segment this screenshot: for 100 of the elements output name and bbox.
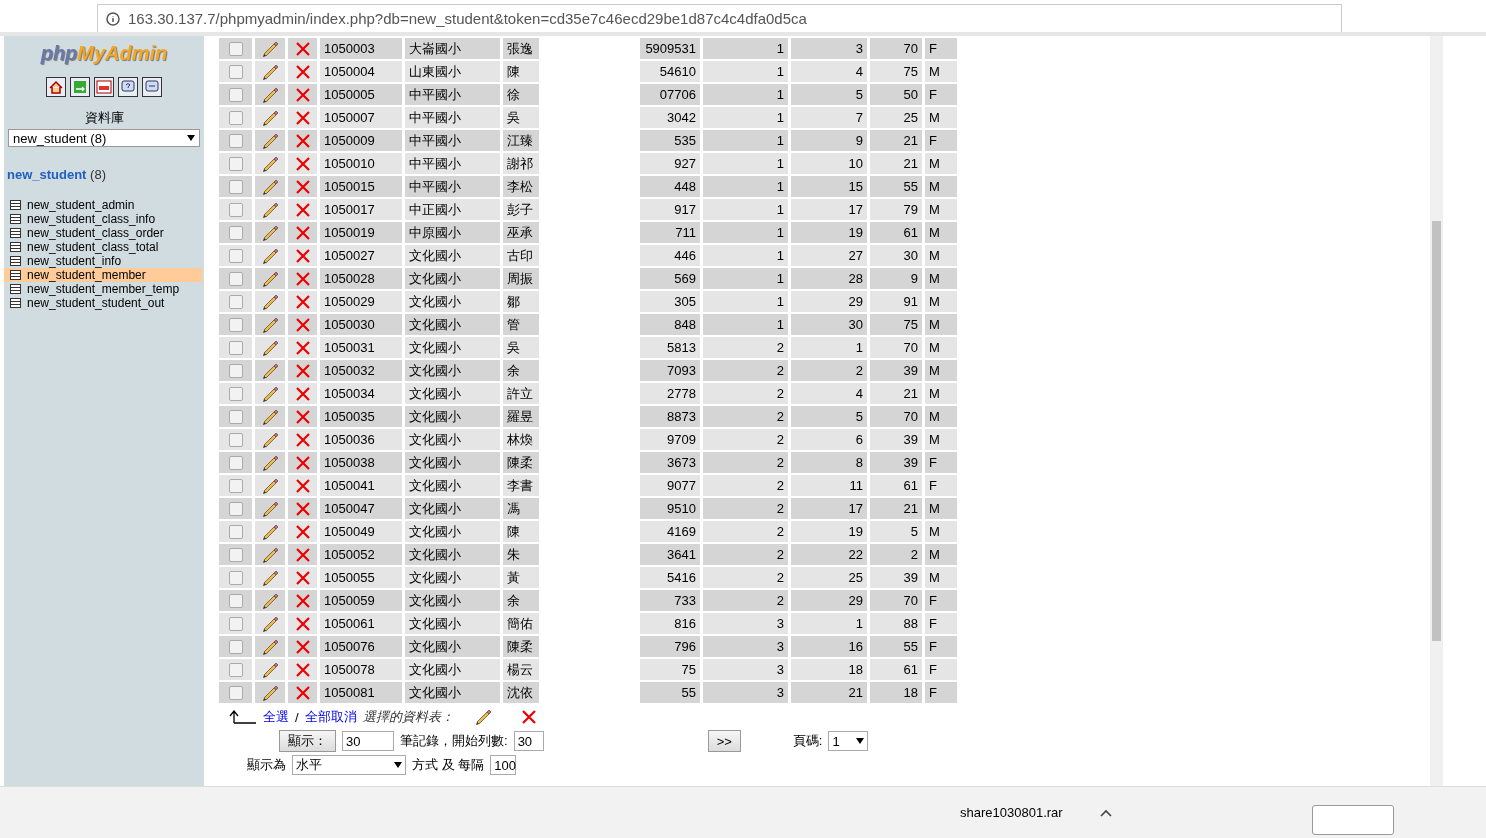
delete-icon[interactable]: [295, 317, 310, 332]
delete-icon[interactable]: [295, 478, 310, 493]
delete-icon[interactable]: [295, 294, 310, 309]
table-name[interactable]: new_student_info: [27, 254, 122, 268]
rows-input[interactable]: 30: [342, 731, 394, 751]
pencil-icon[interactable]: [261, 109, 279, 126]
pencil-icon[interactable]: [261, 201, 279, 218]
table-name[interactable]: new_student_member: [27, 268, 146, 282]
table-list-item[interactable]: new_student_info: [4, 254, 202, 268]
documentation-button[interactable]: [142, 77, 162, 97]
pencil-icon[interactable]: [261, 63, 279, 80]
row-checkbox[interactable]: [228, 156, 243, 171]
row-checkbox[interactable]: [228, 685, 243, 700]
delete-icon[interactable]: [295, 639, 310, 654]
row-checkbox[interactable]: [228, 478, 243, 493]
pencil-icon[interactable]: [261, 477, 279, 494]
delete-icon[interactable]: [295, 501, 310, 516]
pencil-icon[interactable]: [261, 638, 279, 655]
pencil-icon[interactable]: [261, 362, 279, 379]
row-checkbox[interactable]: [228, 340, 243, 355]
row-checkbox[interactable]: [228, 225, 243, 240]
exit-button[interactable]: [70, 77, 90, 97]
pencil-icon[interactable]: [261, 339, 279, 356]
delete-icon[interactable]: [295, 156, 310, 171]
database-select[interactable]: new_student (8): [8, 129, 200, 147]
delete-icon[interactable]: [295, 593, 310, 608]
table-list-item[interactable]: new_student_student_out: [4, 296, 202, 310]
row-checkbox[interactable]: [228, 455, 243, 470]
delete-icon[interactable]: [295, 547, 310, 562]
pencil-icon[interactable]: [261, 408, 279, 425]
row-checkbox[interactable]: [228, 616, 243, 631]
row-checkbox[interactable]: [228, 432, 243, 447]
row-checkbox[interactable]: [228, 87, 243, 102]
row-checkbox[interactable]: [228, 409, 243, 424]
pencil-icon[interactable]: [261, 661, 279, 678]
delete-icon[interactable]: [295, 271, 310, 286]
delete-icon[interactable]: [295, 340, 310, 355]
table-list-item[interactable]: new_student_member: [4, 268, 202, 282]
row-checkbox[interactable]: [228, 662, 243, 677]
delete-icon[interactable]: [295, 570, 310, 585]
pencil-icon[interactable]: [261, 385, 279, 402]
delete-icon[interactable]: [295, 110, 310, 125]
start-input[interactable]: 30: [513, 731, 544, 751]
pencil-icon[interactable]: [261, 132, 279, 149]
page-select[interactable]: 1: [828, 731, 869, 751]
help-button[interactable]: [118, 77, 138, 97]
table-name[interactable]: new_student_student_out: [27, 296, 165, 310]
delete-icon[interactable]: [295, 179, 310, 194]
table-list-item[interactable]: new_student_class_info: [4, 212, 202, 226]
pencil-icon[interactable]: [261, 500, 279, 517]
home-button[interactable]: [46, 77, 66, 97]
pencil-icon[interactable]: [261, 247, 279, 264]
row-checkbox[interactable]: [228, 64, 243, 79]
row-checkbox[interactable]: [228, 179, 243, 194]
delete-icon[interactable]: [295, 202, 310, 217]
delete-icon[interactable]: [295, 363, 310, 378]
table-name[interactable]: new_student_class_order: [27, 226, 164, 240]
row-checkbox[interactable]: [228, 570, 243, 585]
row-checkbox[interactable]: [228, 593, 243, 608]
pencil-icon[interactable]: [261, 546, 279, 563]
row-checkbox[interactable]: [228, 133, 243, 148]
row-checkbox[interactable]: [228, 363, 243, 378]
caret-up-icon[interactable]: [1100, 808, 1112, 817]
delete-icon[interactable]: [295, 87, 310, 102]
pencil-icon[interactable]: [261, 270, 279, 287]
delete-icon[interactable]: [295, 455, 310, 470]
scrollbar[interactable]: [1430, 36, 1443, 786]
table-list-item[interactable]: new_student_admin: [4, 198, 202, 212]
row-checkbox[interactable]: [228, 202, 243, 217]
row-checkbox[interactable]: [228, 41, 243, 56]
select-all-link[interactable]: 全選: [263, 708, 289, 726]
pencil-icon[interactable]: [261, 454, 279, 471]
delete-icon[interactable]: [295, 225, 310, 240]
delete-icon[interactable]: [295, 41, 310, 56]
pencil-icon[interactable]: [261, 569, 279, 586]
database-link[interactable]: new_student (8): [7, 167, 204, 182]
delete-icon[interactable]: [295, 64, 310, 79]
row-checkbox[interactable]: [228, 317, 243, 332]
delete-icon[interactable]: [295, 524, 310, 539]
delete-icon[interactable]: [295, 685, 310, 700]
pencil-icon[interactable]: [261, 155, 279, 172]
table-list-item[interactable]: new_student_member_temp: [4, 282, 202, 296]
table-name[interactable]: new_student_class_info: [27, 212, 156, 226]
pencil-icon[interactable]: [261, 178, 279, 195]
show-all-button[interactable]: [1312, 804, 1394, 835]
row-checkbox[interactable]: [228, 248, 243, 263]
address-field[interactable]: 163.30.137.7/phpmyadmin/index.php?db=new_student&token=cd35e7c46ecd29be1d87c4c4dfa0d5ca: [97, 4, 1342, 32]
table-list-item[interactable]: new_student_class_order: [4, 226, 202, 240]
row-checkbox[interactable]: [228, 294, 243, 309]
mode-select[interactable]: 水平: [292, 755, 406, 775]
pencil-icon[interactable]: [261, 224, 279, 241]
download-file-name[interactable]: share1030801.rar: [960, 805, 1100, 820]
pencil-icon[interactable]: [261, 523, 279, 540]
table-name[interactable]: new_student_class_total: [27, 240, 159, 254]
pencil-icon[interactable]: [261, 40, 279, 57]
pencil-icon[interactable]: [261, 684, 279, 701]
delete-icon[interactable]: [295, 432, 310, 447]
deselect-all-link[interactable]: 全部取消: [304, 708, 357, 726]
info-icon[interactable]: [106, 11, 120, 26]
next-page-button[interactable]: >>: [707, 730, 741, 752]
